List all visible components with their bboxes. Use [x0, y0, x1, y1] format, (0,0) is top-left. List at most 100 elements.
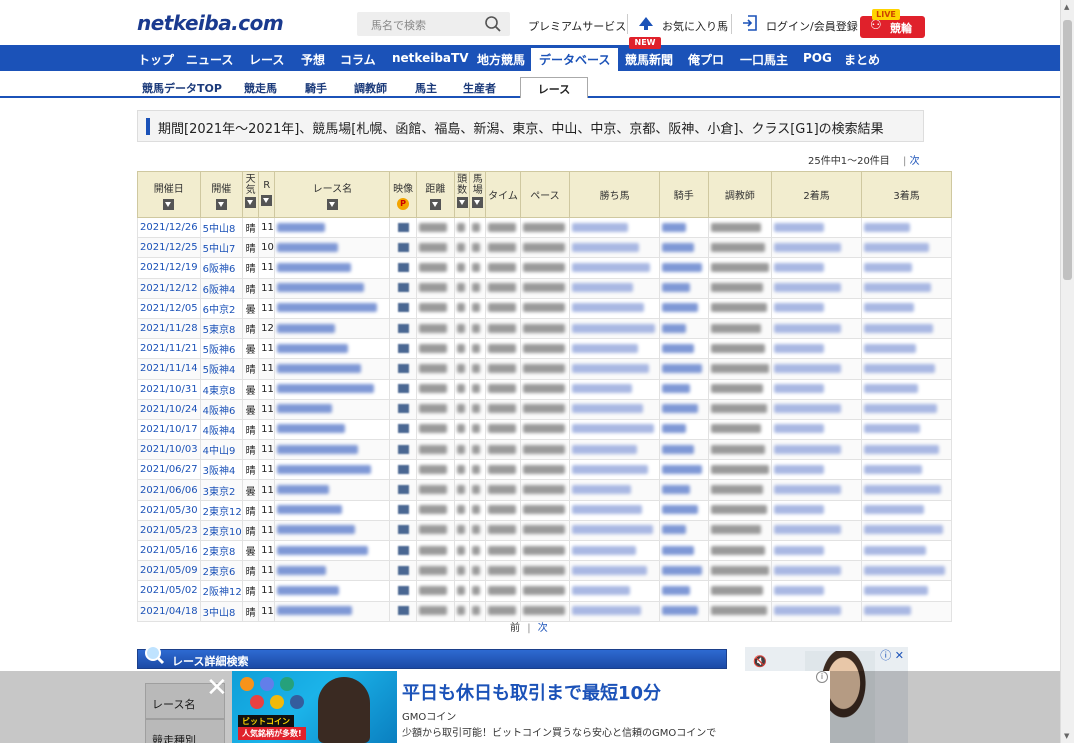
cell-winner[interactable]: [569, 560, 661, 582]
cell-second[interactable]: [771, 378, 863, 400]
cell-race-name[interactable]: [274, 297, 391, 319]
login-register-link[interactable]: ログイン/会員登録: [766, 18, 858, 34]
sort-icon[interactable]: [326, 199, 338, 210]
video-icon[interactable]: [397, 283, 409, 293]
cell-winner[interactable]: [569, 216, 661, 239]
cell-date[interactable]: 2021/05/30: [137, 499, 201, 521]
cell-video[interactable]: [389, 257, 417, 279]
cell-place[interactable]: 4阪神6: [199, 398, 244, 420]
cell-trainer[interactable]: [707, 499, 773, 521]
cell-place[interactable]: 5東京8: [199, 317, 244, 340]
col-distance[interactable]: 距離: [415, 171, 456, 218]
cell-place[interactable]: 2東京10: [199, 519, 244, 542]
cell-second[interactable]: [771, 539, 863, 562]
cell-race-name[interactable]: [274, 459, 391, 481]
cell-race-name[interactable]: [274, 418, 391, 441]
cell-video[interactable]: [389, 580, 417, 602]
cell-place[interactable]: 3中山8: [199, 600, 244, 622]
cell-winner[interactable]: [569, 358, 661, 380]
cell-jockey[interactable]: [659, 519, 709, 542]
cell-place[interactable]: 4中山9: [199, 439, 244, 461]
cell-trainer[interactable]: [707, 358, 773, 380]
scroll-thumb[interactable]: [1063, 20, 1072, 280]
cell-third[interactable]: [861, 459, 952, 481]
cell-jockey[interactable]: [659, 257, 709, 279]
col-r[interactable]: R: [258, 171, 276, 218]
cell-jockey[interactable]: [659, 237, 709, 259]
cell-race-name[interactable]: [274, 257, 391, 279]
cell-second[interactable]: [771, 257, 863, 279]
cell-winner[interactable]: [569, 459, 661, 481]
ad-close-icon[interactable]: ⓘ ✕: [880, 647, 904, 663]
video-icon[interactable]: [397, 384, 409, 394]
cell-third[interactable]: [861, 317, 952, 340]
cell-date[interactable]: 2021/10/24: [137, 398, 201, 420]
search-icon[interactable]: [484, 15, 502, 33]
cell-third[interactable]: [861, 499, 952, 521]
nav-orepro[interactable]: 俺プロ: [688, 51, 724, 68]
cell-video[interactable]: [389, 600, 417, 622]
video-icon[interactable]: [397, 444, 409, 454]
login-icon[interactable]: [741, 14, 759, 32]
cell-winner[interactable]: [569, 499, 661, 521]
cell-trainer[interactable]: [707, 277, 773, 299]
cell-place[interactable]: 5阪神6: [199, 338, 244, 360]
cell-second[interactable]: [771, 398, 863, 420]
cell-second[interactable]: [771, 277, 863, 299]
sort-icon[interactable]: [261, 195, 273, 206]
cell-third[interactable]: [861, 378, 952, 400]
nav-pog[interactable]: POG: [803, 51, 832, 65]
cell-place[interactable]: 2東京8: [199, 539, 244, 562]
cell-trainer[interactable]: [707, 519, 773, 542]
cell-trainer[interactable]: [707, 459, 773, 481]
nav-matome[interactable]: まとめ: [844, 51, 880, 68]
cell-winner[interactable]: [569, 580, 661, 602]
video-icon[interactable]: [397, 404, 409, 414]
cell-race-name[interactable]: [274, 499, 391, 521]
cell-jockey[interactable]: [659, 398, 709, 420]
cell-video[interactable]: [389, 237, 417, 259]
cell-date[interactable]: 2021/06/27: [137, 459, 201, 481]
cell-date[interactable]: 2021/12/05: [137, 297, 201, 319]
cell-trainer[interactable]: [707, 378, 773, 400]
cell-place[interactable]: 6中京2: [199, 297, 244, 319]
cell-trainer[interactable]: [707, 539, 773, 562]
video-icon[interactable]: [397, 585, 409, 595]
overlay-close-icon[interactable]: ✕: [206, 673, 228, 703]
cell-winner[interactable]: [569, 519, 661, 542]
nav-local-keiba[interactable]: 地方競馬: [477, 51, 525, 68]
cell-trainer[interactable]: [707, 257, 773, 279]
cell-race-name[interactable]: [274, 378, 391, 400]
nav-database[interactable]: データベース: [531, 48, 619, 71]
cell-third[interactable]: [861, 216, 952, 239]
cell-jockey[interactable]: [659, 539, 709, 562]
cell-second[interactable]: [771, 600, 863, 622]
cell-video[interactable]: [389, 439, 417, 461]
cell-jockey[interactable]: [659, 317, 709, 340]
sort-icon[interactable]: [456, 197, 468, 208]
cell-winner[interactable]: [569, 378, 661, 400]
nav-race[interactable]: レース: [249, 51, 284, 68]
cell-second[interactable]: [771, 580, 863, 602]
next-page-link[interactable]: 次: [538, 623, 548, 634]
cell-race-name[interactable]: [274, 580, 391, 602]
cell-race-name[interactable]: [274, 479, 391, 501]
cell-third[interactable]: [861, 338, 952, 360]
subnav-horse[interactable]: 競走馬: [244, 80, 277, 96]
cell-race-name[interactable]: [274, 338, 391, 360]
sort-icon[interactable]: [245, 197, 257, 208]
subnav-data-top[interactable]: 競馬データTOP: [142, 80, 222, 96]
scroll-down-icon[interactable]: ▼: [1064, 732, 1069, 740]
cell-date[interactable]: 2021/04/18: [137, 600, 201, 622]
video-icon[interactable]: [397, 545, 409, 555]
cell-winner[interactable]: [569, 398, 661, 420]
horse-search-input[interactable]: 馬名で検索: [357, 12, 510, 36]
cell-third[interactable]: [861, 479, 952, 501]
cell-place[interactable]: 4阪神4: [199, 418, 244, 441]
subnav-owner[interactable]: 馬主: [415, 80, 437, 96]
cell-third[interactable]: [861, 257, 952, 279]
cell-video[interactable]: [389, 499, 417, 521]
cell-date[interactable]: 2021/11/28: [137, 317, 201, 340]
prev-page-link[interactable]: 前: [510, 623, 520, 634]
cell-date[interactable]: 2021/12/19: [137, 257, 201, 279]
